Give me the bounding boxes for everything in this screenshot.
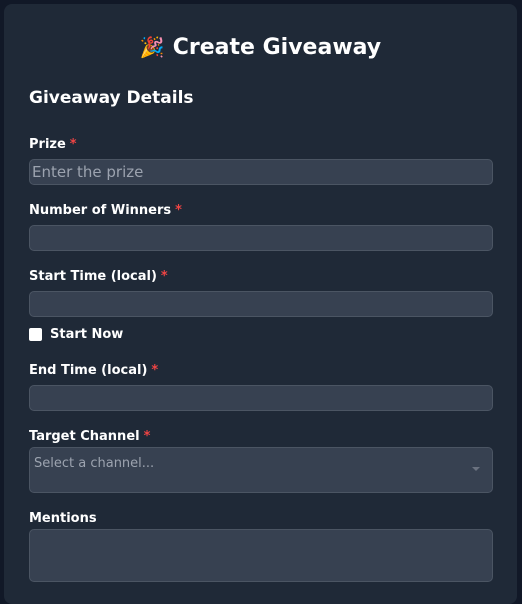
form-title-text: Create Giveaway — [172, 35, 382, 60]
target-channel-select[interactable]: Select a channel... — [29, 447, 493, 493]
end-time-input[interactable] — [29, 385, 493, 411]
mentions-label: Mentions — [29, 511, 97, 527]
mentions-label-text: Mentions — [29, 511, 97, 526]
party-popper-icon: 🎉 — [139, 35, 165, 59]
winners-label-text: Number of Winners — [29, 203, 172, 218]
mentions-textarea[interactable] — [29, 529, 493, 582]
required-marker: * — [151, 363, 159, 378]
required-marker: * — [69, 137, 77, 152]
winners-input[interactable] — [29, 225, 493, 251]
target-channel-label: Target Channel * — [29, 429, 150, 445]
winners-label: Number of Winners * — [29, 203, 182, 219]
start-now-row[interactable]: Start Now — [29, 327, 123, 342]
end-time-label: End Time (local) * — [29, 363, 158, 379]
section-title: Giveaway Details — [29, 88, 194, 108]
form-title: 🎉 Create Giveaway — [4, 34, 517, 61]
giveaway-form-card: 🎉 Create Giveaway Giveaway Details Prize *… — [4, 4, 517, 604]
required-marker: * — [160, 269, 168, 284]
start-now-checkbox[interactable] — [29, 328, 42, 341]
required-marker: * — [143, 429, 151, 444]
chevron-down-icon — [472, 467, 480, 471]
target-channel-label-text: Target Channel — [29, 429, 140, 444]
prize-label-text: Prize — [29, 137, 66, 152]
start-time-label: Start Time (local) * — [29, 269, 168, 285]
required-marker: * — [175, 203, 182, 218]
start-time-label-text: Start Time (local) — [29, 269, 157, 284]
start-now-label[interactable]: Start Now — [50, 327, 123, 342]
prize-label: Prize * — [29, 137, 77, 153]
target-channel-placeholder: Select a channel... — [34, 456, 155, 471]
start-time-input[interactable] — [29, 291, 493, 317]
end-time-label-text: End Time (local) — [29, 363, 148, 378]
prize-input[interactable] — [29, 159, 493, 185]
